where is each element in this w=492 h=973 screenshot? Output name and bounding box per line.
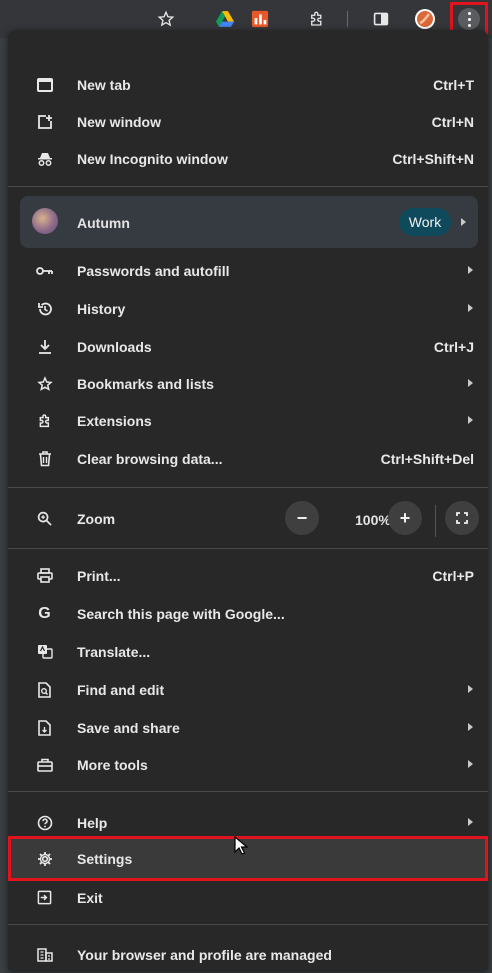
zoom-separator xyxy=(435,505,436,537)
incognito-icon xyxy=(36,150,53,167)
menu-item-label: New tab xyxy=(77,77,131,93)
menu-divider xyxy=(8,924,488,925)
menu-item-managed-browser[interactable]: Your browser and profile are managed xyxy=(8,936,488,973)
menu-item-extensions[interactable]: Extensions xyxy=(8,402,488,439)
help-icon xyxy=(36,814,53,831)
menu-item-label: Extensions xyxy=(77,413,152,429)
submenu-arrow-icon xyxy=(468,379,473,387)
menu-item-label: New Incognito window xyxy=(77,151,228,167)
menu-item-label: Translate... xyxy=(77,644,151,660)
google-drive-icon[interactable] xyxy=(214,8,236,30)
menu-item-shortcut: Ctrl+Shift+N xyxy=(392,151,474,167)
zoom-level: 100% xyxy=(355,512,391,528)
profile-avatar xyxy=(32,208,58,234)
menu-item-history[interactable]: History xyxy=(8,290,488,327)
zoom-icon xyxy=(36,510,53,527)
menu-item-shortcut: Ctrl+P xyxy=(432,568,474,584)
menu-divider xyxy=(8,487,488,488)
menu-item-shortcut: Ctrl+N xyxy=(431,114,474,130)
puzzle-icon xyxy=(36,412,53,429)
menu-item-settings[interactable]: Settings xyxy=(8,840,488,877)
menu-item-label: Passwords and autofill xyxy=(77,263,230,279)
download-icon xyxy=(36,338,53,355)
submenu-arrow-icon xyxy=(468,818,473,826)
menu-item-label: Bookmarks and lists xyxy=(77,376,214,392)
menu-item-bookmarks-and-lists[interactable]: Bookmarks and lists xyxy=(8,365,488,402)
menu-item-label: New window xyxy=(77,114,161,130)
gear-icon xyxy=(36,850,53,867)
new-tab-icon xyxy=(36,76,53,93)
profile-badge: Work xyxy=(399,208,451,236)
menu-item-label: Find and edit xyxy=(77,682,165,698)
fullscreen-button[interactable] xyxy=(445,501,479,535)
side-panel-icon[interactable] xyxy=(370,8,392,30)
menu-item-find-and-edit[interactable]: Find and edit xyxy=(8,671,488,708)
menu-item-label: Help xyxy=(77,815,108,831)
menu-item-label: History xyxy=(77,301,126,317)
building-icon xyxy=(36,946,53,963)
toolbar-separator xyxy=(347,11,348,27)
translate-icon xyxy=(36,643,53,660)
history-icon xyxy=(36,300,53,317)
star-icon xyxy=(36,375,53,392)
menu-item-label: Save and share xyxy=(77,720,180,736)
menu-item-exit[interactable]: Exit xyxy=(8,879,488,916)
menu-item-shortcut: Ctrl+T xyxy=(433,77,474,93)
extension-app-icon[interactable] xyxy=(249,8,271,30)
fullscreen-icon xyxy=(456,512,468,524)
menu-item-downloads[interactable]: Downloads Ctrl+J xyxy=(8,328,488,365)
menu-item-new-tab[interactable]: New tab Ctrl+T xyxy=(8,66,488,103)
menu-divider xyxy=(8,186,488,187)
menu-item-more-tools[interactable]: More tools xyxy=(8,746,488,783)
submenu-arrow-icon xyxy=(468,266,473,274)
puzzle-icon[interactable] xyxy=(306,8,328,30)
menu-item-label: Your browser and profile are managed xyxy=(77,947,332,963)
menu-divider xyxy=(8,791,488,792)
star-icon[interactable] xyxy=(155,8,177,30)
submenu-arrow-icon xyxy=(468,416,473,424)
menu-item-label: Clear browsing data... xyxy=(77,451,223,467)
menu-item-passwords-and-autofill[interactable]: Passwords and autofill xyxy=(8,252,488,289)
save-share-icon xyxy=(36,719,53,736)
menu-item-clear-browsing-data[interactable]: Clear browsing data... Ctrl+Shift+Del xyxy=(8,440,488,477)
find-icon xyxy=(36,681,53,698)
menu-item-new-incognito-window[interactable]: New Incognito window Ctrl+Shift+N xyxy=(8,140,488,177)
new-window-icon xyxy=(36,113,53,130)
zoom-out-button[interactable]: − xyxy=(285,501,319,535)
profile-avatar[interactable] xyxy=(414,8,436,30)
menu-item-print[interactable]: Print... Ctrl+P xyxy=(8,557,488,594)
menu-item-label: Exit xyxy=(77,890,103,906)
submenu-arrow-icon xyxy=(468,760,473,768)
submenu-arrow-icon xyxy=(468,304,473,312)
zoom-in-button[interactable]: + xyxy=(388,501,422,535)
kebab-menu-icon[interactable] xyxy=(458,8,480,30)
profile-row[interactable]: Autumn Work xyxy=(20,196,478,248)
menu-item-label: Downloads xyxy=(77,339,152,355)
menu-divider xyxy=(8,548,488,549)
menu-item-translate[interactable]: Translate... xyxy=(8,633,488,670)
mouse-cursor-icon xyxy=(234,836,248,855)
menu-item-save-and-share[interactable]: Save and share xyxy=(8,709,488,746)
menu-item-label: More tools xyxy=(77,757,148,773)
menu-item-shortcut: Ctrl+Shift+Del xyxy=(380,451,474,467)
profile-name: Autumn xyxy=(77,215,130,231)
key-icon xyxy=(36,262,53,279)
exit-icon xyxy=(36,889,53,906)
trash-icon xyxy=(36,450,53,467)
menu-item-label: Search this page with Google... xyxy=(77,606,285,622)
submenu-arrow-icon xyxy=(461,218,466,226)
menu-item-new-window[interactable]: New window Ctrl+N xyxy=(8,103,488,140)
toolbox-icon xyxy=(36,756,53,773)
menu-item-search-this-page-with-google[interactable]: G Search this page with Google... xyxy=(8,595,488,632)
menu-item-label: Zoom xyxy=(77,511,116,527)
google-g-icon: G xyxy=(38,604,51,622)
chrome-main-menu: New tab Ctrl+T New window Ctrl+N New Inc… xyxy=(8,30,488,970)
submenu-arrow-icon xyxy=(468,723,473,731)
menu-item-label: Settings xyxy=(77,851,133,867)
menu-item-label: Print... xyxy=(77,568,121,584)
printer-icon xyxy=(36,567,53,584)
menu-item-shortcut: Ctrl+J xyxy=(433,339,474,355)
submenu-arrow-icon xyxy=(468,685,473,693)
